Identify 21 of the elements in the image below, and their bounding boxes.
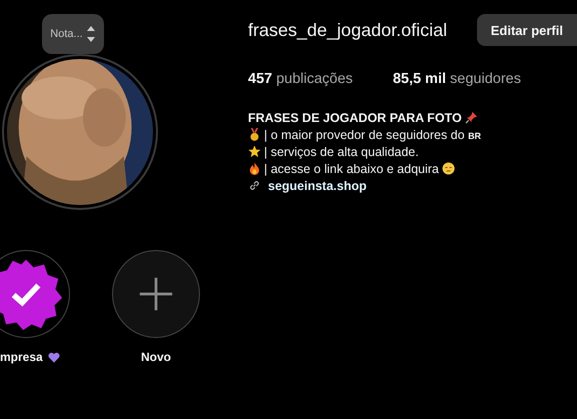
- bio-heading: FRASES DE JOGADOR PARA FOTO: [248, 110, 462, 124]
- highlight-label: Novo: [141, 350, 171, 364]
- medal-icon: [248, 128, 261, 141]
- edit-profile-button[interactable]: Editar perfil: [476, 14, 577, 46]
- highlight-label: mpresa: [0, 350, 43, 364]
- stat-text[interactable]: 85,5 mil seguidores: [392, 71, 521, 87]
- heart-icon: [48, 352, 60, 362]
- pin-icon: [464, 111, 478, 124]
- bio-line: | o maior provedor de seguidores do BR: [264, 128, 482, 142]
- flame-icon: [248, 162, 261, 175]
- username: frases_de_jogador.oficial: [248, 20, 448, 40]
- link-icon: [248, 179, 261, 192]
- plus-icon: [138, 276, 174, 312]
- website-link[interactable]: segueinsta.shop: [268, 178, 367, 192]
- smiley-icon: [442, 162, 455, 175]
- bio-line: | acesse o link abaixo e adquira: [264, 162, 439, 176]
- highlight-button[interactable]: [0, 250, 70, 338]
- stat-text[interactable]: 457 publicações: [248, 71, 353, 87]
- bio-line: | serviços de alta qualidade.: [264, 144, 419, 158]
- note-bubble[interactable]: Nota...: [42, 14, 104, 54]
- star-icon: [248, 145, 261, 158]
